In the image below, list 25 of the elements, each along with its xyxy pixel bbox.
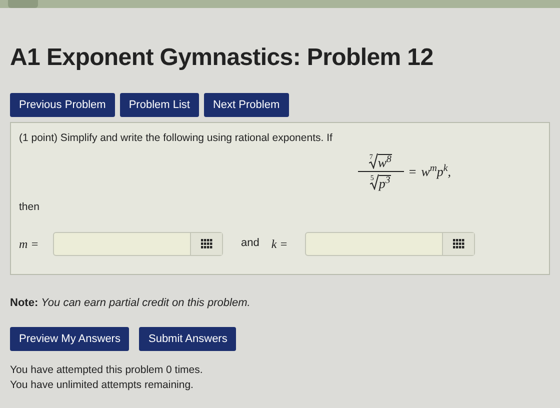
- page-title: A1 Exponent Gymnastics: Problem 12: [10, 43, 434, 73]
- grid-icon: [452, 238, 465, 248]
- math-palette-button[interactable]: [190, 232, 222, 254]
- grid-icon: [200, 238, 212, 248]
- nav-button[interactable]: Problem List: [120, 93, 199, 117]
- action-button[interactable]: Submit Answers: [139, 327, 236, 351]
- answer-label: k =: [271, 236, 289, 252]
- joiner-text: and: [241, 236, 260, 252]
- action-button[interactable]: Preview My Answers: [10, 327, 130, 351]
- result-expression: w$^{m}$p$^{k}$,: [421, 162, 451, 181]
- tab-button[interactable]: [8, 0, 38, 8]
- attempts-message: You have unlimited attempts remaining.: [10, 378, 194, 393]
- equals-sign: =: [408, 162, 416, 180]
- math-palette-button[interactable]: [442, 232, 474, 254]
- numerator-radicand: w$^{8}$: [378, 154, 392, 170]
- then-label: then: [19, 200, 40, 215]
- attempts-message: You have attempted this problem 0 times.: [10, 363, 204, 378]
- note-text: Note: You can earn partial credit on this problem.: [10, 296, 252, 310]
- nav-button[interactable]: Next Problem: [204, 93, 289, 117]
- answer-label: m =: [19, 236, 40, 252]
- problem-statement: (1 point) Simplify and write the following using rational exponents. If: [19, 131, 334, 146]
- answer-field[interactable]: [305, 232, 476, 256]
- nav-button[interactable]: Previous Problem: [10, 93, 115, 117]
- answer-field[interactable]: [53, 232, 223, 256]
- denominator-radicand: p$^{3}$: [378, 176, 390, 191]
